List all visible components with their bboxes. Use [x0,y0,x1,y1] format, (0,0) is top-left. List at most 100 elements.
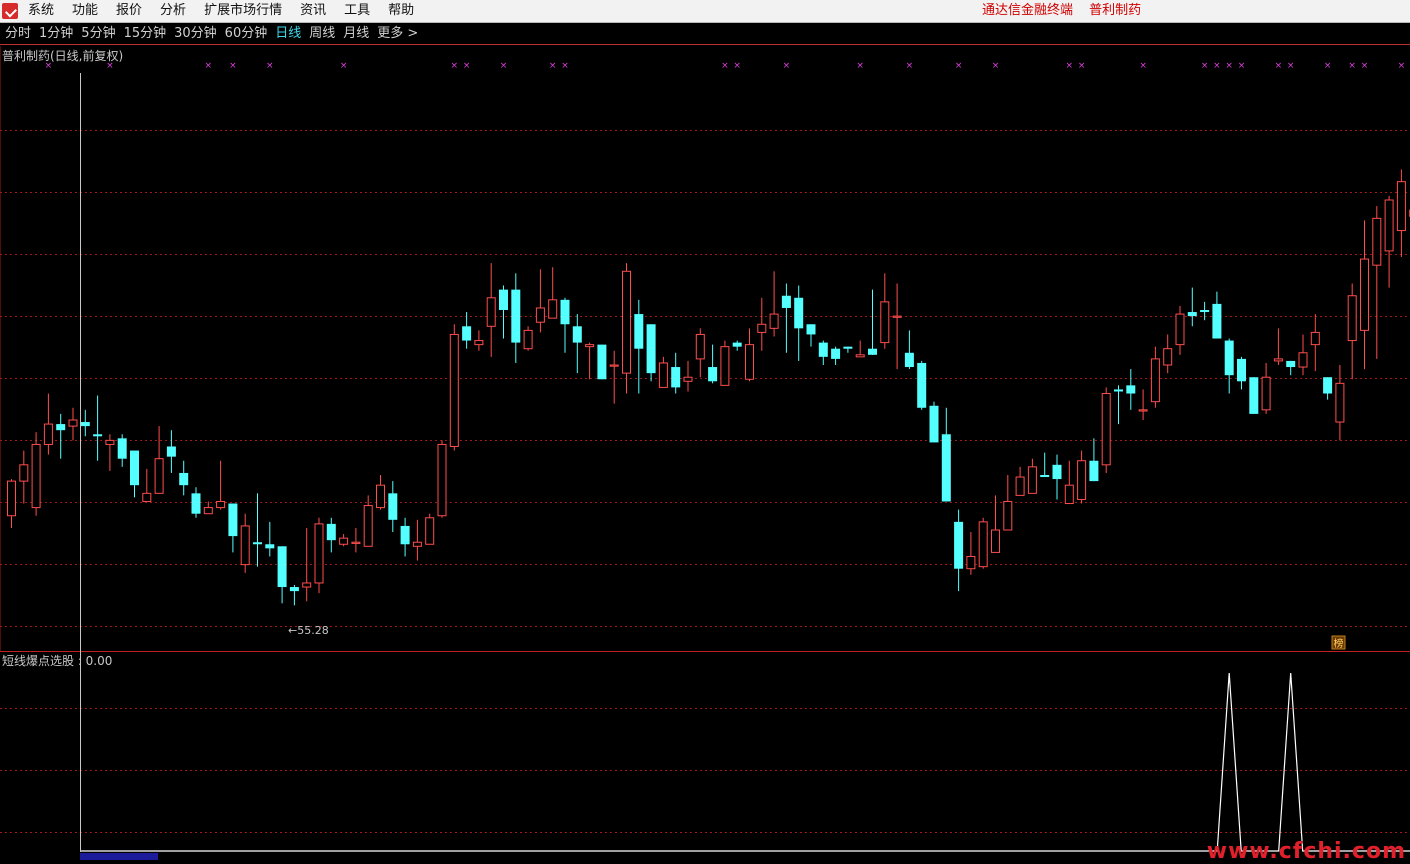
candle-body-up [1164,349,1172,365]
menu-function[interactable]: 功能 [72,0,98,22]
candle-body-up [438,444,446,515]
candle-body-up [758,324,766,332]
candle-body-down [1053,465,1062,479]
candle-body-up [143,493,151,501]
ranking-badge[interactable]: 榜 [1332,636,1345,650]
menu-tools[interactable]: 工具 [344,0,370,22]
candle-body-up [1336,383,1344,422]
menu-news[interactable]: 资讯 [300,0,326,22]
candle-body-up [450,334,458,446]
candle-body-down [954,522,963,569]
watermark: www.cfchi.com [1207,839,1406,864]
candle-body-down [499,290,508,310]
candle-body-down [290,587,299,591]
signal-marker: × [340,61,348,71]
signal-marker: × [1238,61,1246,71]
menu-extended-market[interactable]: 扩展市场行情 [204,0,282,22]
menu-help[interactable]: 帮助 [388,0,414,22]
candle-body-down [167,446,176,456]
candle-body-up [1151,359,1159,402]
indicator-title: 短线爆点选股 : 0.00 [2,654,112,668]
candle-body-down [573,326,582,342]
candle-body-down [179,473,188,485]
candle-body-up [475,341,483,345]
candle-body-down [917,363,926,408]
candle-body-up [20,465,28,481]
candle-body-up [377,485,385,507]
chart-area[interactable]: 普利制药(日线,前复权) ×××××××××××××××××××××××××××… [0,45,1410,860]
candle-body-up [1311,332,1319,344]
signal-marker: × [955,61,963,71]
candle-body-down [1212,304,1221,339]
low-price-label: ←55.28 [288,624,329,637]
signal-marker: × [856,61,864,71]
menu-system[interactable]: 系统 [28,0,54,22]
candle-body-down [388,493,397,519]
terminal-name: 通达信金融终端 [982,3,1073,18]
candle-body-down [733,343,742,347]
tab-60min[interactable]: 60分钟 [225,23,268,44]
tab-30min[interactable]: 30分钟 [174,23,217,44]
candle-body-up [893,316,901,317]
candle-body-up [44,424,52,444]
tab-more[interactable]: 更多 > [377,23,418,44]
candle-body-up [340,538,348,544]
signal-marker: × [721,61,729,71]
candle-body-down [843,347,852,349]
candle-body-down [265,544,274,548]
signal-marker: × [1361,61,1369,71]
candle-body-down [1225,341,1234,376]
tab-intraday[interactable]: 分时 [5,23,31,44]
tab-1min[interactable]: 1分钟 [39,23,73,44]
tab-daily[interactable]: 日线 [275,23,301,44]
tab-15min[interactable]: 15分钟 [124,23,167,44]
candle-body-up [1385,200,1393,251]
tab-weekly[interactable]: 周线 [309,23,335,44]
app-logo-icon[interactable] [2,3,18,19]
candle-body-up [770,314,778,328]
candle-body-up [1397,182,1405,231]
signal-marker: × [992,61,1000,71]
main-panel-title: 普利制药(日线,前复权) [2,48,123,63]
candle-body-up [524,330,532,348]
tab-5min[interactable]: 5分钟 [81,23,115,44]
signal-marker: × [906,61,914,71]
candle-body-up [696,334,704,358]
signal-marker: × [45,61,53,71]
candle-body-up [8,481,16,516]
candle-body-down [708,367,717,381]
candle-body-up [241,526,249,565]
signal-marker: × [783,61,791,71]
candle-body-up [586,345,594,347]
candle-body-up [69,420,77,426]
candle-body-up [881,302,889,343]
candle-body-down [228,504,237,537]
signal-marker: × [1225,61,1233,71]
candle-body-down [671,367,680,387]
candle-body-up [1361,259,1369,330]
candle-body-up [1373,218,1381,265]
menu-quote[interactable]: 报价 [116,0,142,22]
candle-body-up [106,440,114,444]
candle-body-down [1200,310,1209,312]
candle-body-down [647,324,656,373]
tab-monthly[interactable]: 月线 [343,23,369,44]
signal-marker: × [500,61,508,71]
candle-body-up [155,459,163,494]
signal-marker: × [1324,61,1332,71]
candle-body-down [1089,461,1098,481]
candle-body-down [327,524,336,540]
candle-body-down [1114,389,1123,391]
candle-body-down [561,300,570,324]
candle-body-up [364,506,372,547]
stock-name: 普利制药 [1089,3,1141,18]
candle-body-up [303,583,311,587]
candle-body-down [1126,385,1135,393]
menu-analysis[interactable]: 分析 [160,0,186,22]
signal-polyline [80,673,1410,851]
date-cursor-tag [80,853,158,860]
ranking-badge-text: 榜 [1334,637,1344,650]
candle-body-up [549,300,557,318]
candle-body-up [979,522,987,567]
menu-bar: 系统 功能 报价 分析 扩展市场行情 资讯 工具 帮助 通达信金融终端 普利制药 [0,0,1410,23]
